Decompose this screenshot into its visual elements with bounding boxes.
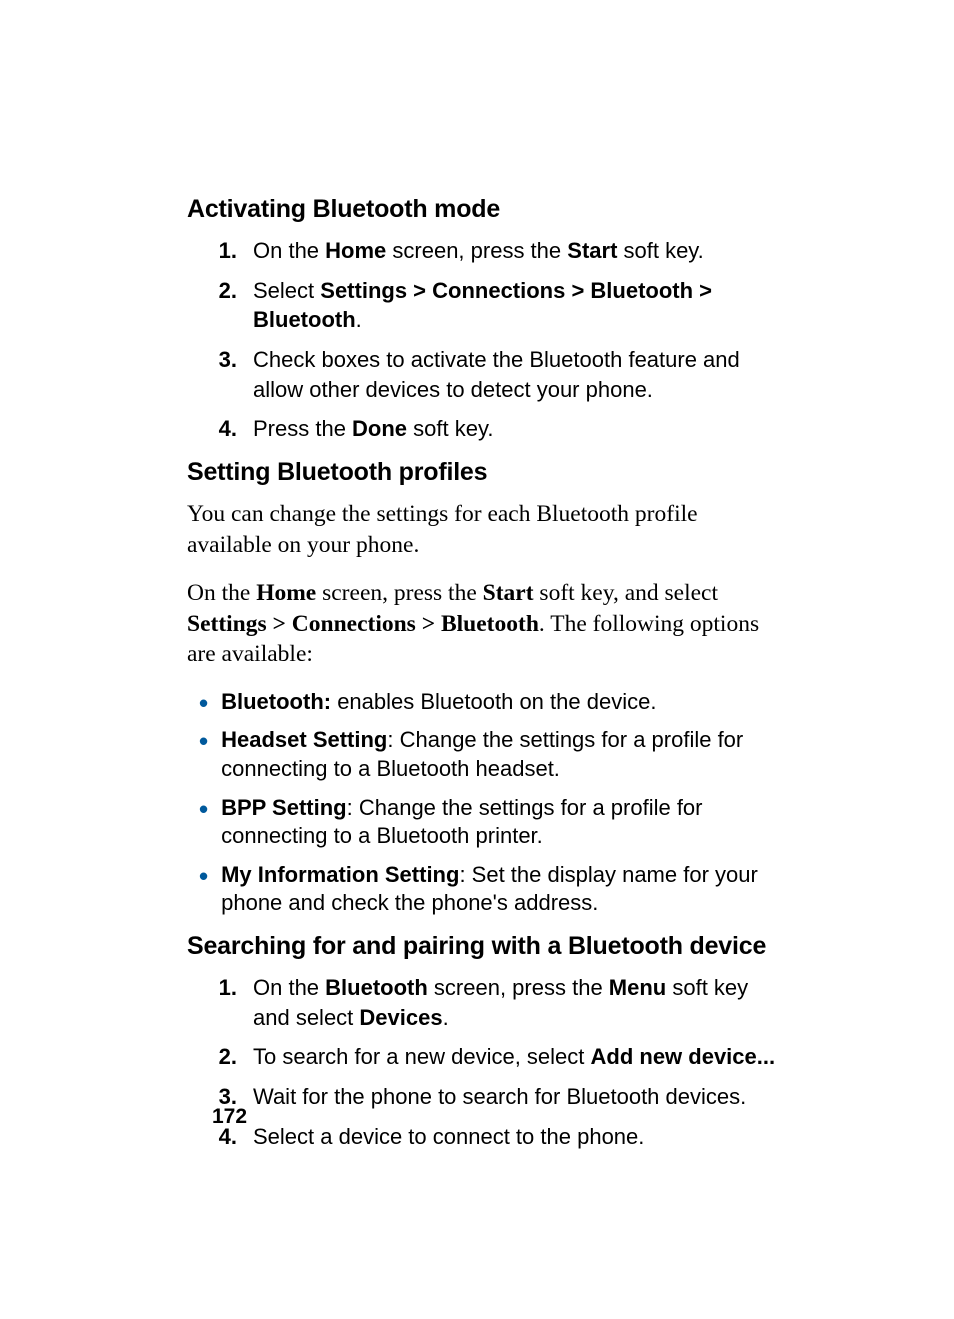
- bullet-text: BPP Setting: Change the settings for a p…: [218, 794, 779, 851]
- bullet-text: My Information Setting: Set the display …: [218, 861, 779, 918]
- step-text: Wait for the phone to search for Bluetoo…: [253, 1082, 746, 1112]
- profiles-intro: You can change the settings for each Blu…: [187, 499, 779, 560]
- step-item: 1. On the Bluetooth screen, press the Me…: [215, 973, 779, 1032]
- profiles-nav: On the Home screen, press the Start soft…: [187, 578, 779, 670]
- step-number: 2.: [215, 1042, 237, 1072]
- bullet-item: • Headset Setting: Change the settings f…: [199, 726, 779, 783]
- step-item: 2. Select Settings > Connections > Bluet…: [215, 276, 779, 335]
- step-item: 3. Wait for the phone to search for Blue…: [215, 1082, 779, 1112]
- step-text: Select a device to connect to the phone.: [253, 1122, 644, 1152]
- page-number: 172: [212, 1105, 247, 1129]
- heading-activating-bluetooth: Activating Bluetooth mode: [187, 195, 779, 224]
- bullet-text: Headset Setting: Change the settings for…: [218, 726, 779, 783]
- bullet-item: • BPP Setting: Change the settings for a…: [199, 794, 779, 851]
- step-item: 3. Check boxes to activate the Bluetooth…: [215, 345, 779, 404]
- step-number: 3.: [215, 345, 237, 404]
- bullet-icon: •: [199, 799, 208, 851]
- step-item: 4. Select a device to connect to the pho…: [215, 1122, 779, 1152]
- step-number: 4.: [215, 414, 237, 444]
- step-item: 4. Press the Done soft key.: [215, 414, 779, 444]
- step-text: Press the Done soft key.: [253, 414, 493, 444]
- activate-steps: 1. On the Home screen, press the Start s…: [187, 236, 779, 444]
- bullet-icon: •: [199, 731, 208, 783]
- heading-searching-pairing: Searching for and pairing with a Bluetoo…: [187, 932, 779, 961]
- step-item: 1. On the Home screen, press the Start s…: [215, 236, 779, 266]
- step-number: 1.: [215, 973, 237, 1032]
- manual-page: Activating Bluetooth mode 1. On the Home…: [0, 0, 954, 1319]
- step-text: To search for a new device, select Add n…: [253, 1042, 775, 1072]
- step-text: Check boxes to activate the Bluetooth fe…: [253, 345, 779, 404]
- step-text: Select Settings > Connections > Bluetoot…: [253, 276, 779, 335]
- bullet-item: • Bluetooth: enables Bluetooth on the de…: [199, 688, 779, 717]
- profile-options: • Bluetooth: enables Bluetooth on the de…: [187, 688, 779, 918]
- step-number: 2.: [215, 276, 237, 335]
- bullet-icon: •: [199, 866, 208, 918]
- step-item: 2. To search for a new device, select Ad…: [215, 1042, 779, 1072]
- bullet-text: Bluetooth: enables Bluetooth on the devi…: [218, 688, 779, 717]
- bullet-icon: •: [199, 693, 208, 717]
- search-steps: 1. On the Bluetooth screen, press the Me…: [187, 973, 779, 1151]
- step-number: 1.: [215, 236, 237, 266]
- heading-setting-profiles: Setting Bluetooth profiles: [187, 458, 779, 487]
- step-text: On the Bluetooth screen, press the Menu …: [253, 973, 779, 1032]
- step-text: On the Home screen, press the Start soft…: [253, 236, 704, 266]
- bullet-item: • My Information Setting: Set the displa…: [199, 861, 779, 918]
